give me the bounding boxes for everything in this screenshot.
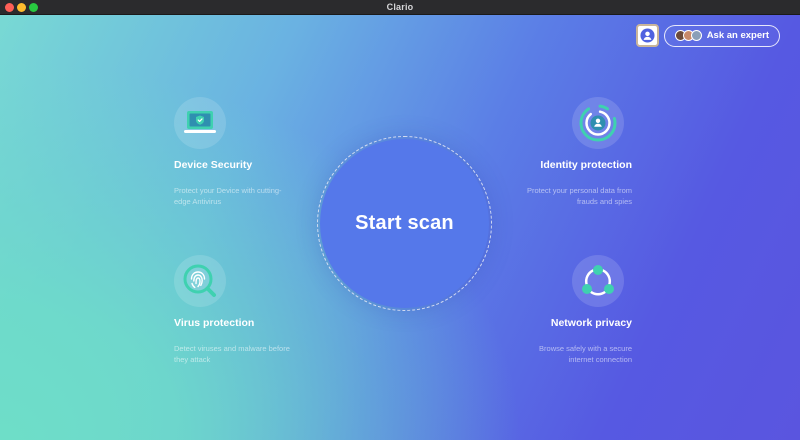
- network-icon: [582, 265, 614, 296]
- device-security-icon-wrap: [174, 97, 226, 149]
- main-content: Ask an expert Device Security Protect yo…: [0, 15, 800, 440]
- network-privacy-desc-line1: Browse safely with a secure: [539, 344, 632, 353]
- identity-protection-desc-line2: frauds and spies: [576, 197, 632, 206]
- title-bar: Clario: [0, 0, 800, 15]
- virus-protection-title: Virus protection: [174, 317, 255, 329]
- device-security-desc-line2: edge Antivirus: [174, 197, 222, 206]
- identity-icon: [579, 104, 617, 142]
- expert-avatars: [674, 30, 702, 41]
- feature-identity-protection[interactable]: Identity protection Protect your persona…: [482, 97, 632, 207]
- window-title: Clario: [386, 2, 414, 12]
- virus-protection-desc: Detect viruses and malware before they a…: [174, 343, 324, 365]
- virus-protection-desc-line1: Detect viruses and malware before: [174, 344, 290, 353]
- ask-expert-label: Ask an expert: [706, 30, 769, 41]
- network-privacy-title: Network privacy: [550, 317, 632, 329]
- feature-device-security[interactable]: Device Security Protect your Device with…: [174, 97, 324, 207]
- virus-protection-desc-line2: they attack: [174, 355, 211, 364]
- device-security-title: Device Security: [174, 159, 253, 171]
- app-window: Clario Ask an expert Device Security Pro…: [0, 0, 800, 440]
- device-security-desc: Protect your Device with cutting- edge A…: [174, 185, 324, 207]
- feature-virus-protection[interactable]: Virus protection Detect viruses and malw…: [174, 255, 324, 365]
- feature-network-privacy[interactable]: Network privacy Browse safely with a sec…: [482, 255, 632, 365]
- scan-ring: Start scan: [317, 136, 492, 311]
- virus-protection-icon-wrap: [174, 255, 226, 307]
- header-actions: Ask an expert: [635, 24, 780, 47]
- identity-protection-desc: Protect your personal data from frauds a…: [482, 185, 632, 207]
- fingerprint-search-icon: [183, 264, 216, 297]
- ask-expert-button[interactable]: Ask an expert: [663, 24, 780, 47]
- user-icon: [640, 28, 655, 43]
- device-security-desc-line1: Protect your Device with cutting-: [174, 186, 282, 195]
- start-scan-button[interactable]: Start scan: [320, 139, 489, 308]
- expert-avatar: [690, 30, 702, 41]
- laptop-shield-icon: [184, 111, 216, 133]
- identity-protection-icon-wrap: [572, 97, 624, 149]
- profile-button[interactable]: [635, 24, 659, 47]
- network-privacy-desc-line2: internet connection: [568, 355, 632, 364]
- identity-protection-title: Identity protection: [540, 159, 632, 171]
- network-privacy-desc: Browse safely with a secure internet con…: [482, 343, 632, 365]
- network-privacy-icon-wrap: [572, 255, 624, 307]
- identity-protection-desc-line1: Protect your personal data from: [526, 186, 632, 195]
